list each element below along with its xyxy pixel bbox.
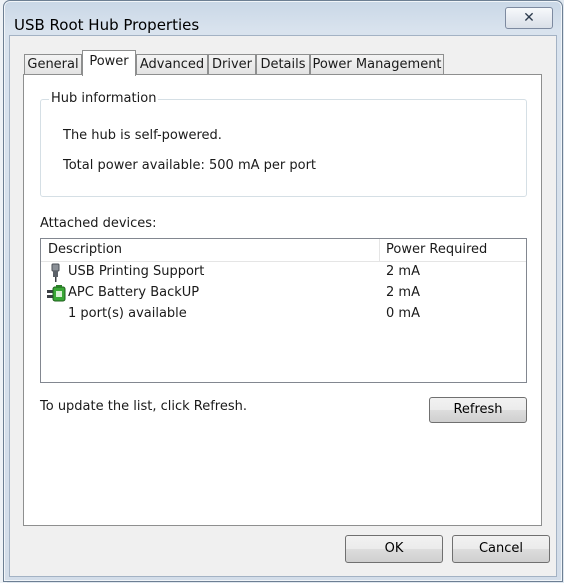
tab-advanced[interactable]: Advanced <box>136 54 208 75</box>
battery-device-icon <box>47 284 66 303</box>
tab-general[interactable]: General <box>24 54 82 75</box>
list-header: Description Power Required <box>41 239 526 262</box>
tab-power-management[interactable]: Power Management <box>310 54 444 75</box>
total-power-text: Total power available: 500 mA per port <box>63 158 317 173</box>
group-title: Hub information <box>49 91 159 106</box>
column-divider[interactable] <box>379 239 380 261</box>
device-name: APC Battery BackUP <box>68 285 200 300</box>
usb-plug-icon <box>47 263 65 282</box>
device-name: USB Printing Support <box>68 264 205 279</box>
attached-devices-label: Attached devices: <box>40 216 157 231</box>
self-powered-text: The hub is self-powered. <box>63 128 222 143</box>
tab-driver[interactable]: Driver <box>208 54 256 75</box>
close-button[interactable]: ✕ <box>505 7 553 29</box>
tab-power[interactable]: Power <box>82 50 136 76</box>
power-tab-panel: Hub information The hub is self-powered.… <box>23 74 542 526</box>
device-name: 1 port(s) available <box>68 306 187 321</box>
hub-information-group: Hub information The hub is self-powered.… <box>40 91 527 197</box>
update-instructions: To update the list, click Refresh. <box>40 399 247 414</box>
window-title: USB Root Hub Properties <box>14 16 200 34</box>
device-power: 2 mA <box>386 264 420 279</box>
list-item[interactable]: 1 port(s) available 0 mA <box>41 304 526 325</box>
device-power: 0 mA <box>386 306 420 321</box>
list-item[interactable]: APC Battery BackUP 2 mA <box>41 283 526 304</box>
column-header-power[interactable]: Power Required <box>386 242 487 257</box>
list-item[interactable]: USB Printing Support 2 mA <box>41 262 526 283</box>
properties-dialog: USB Root Hub Properties ✕ General Power … <box>3 0 563 582</box>
attached-devices-list[interactable]: Description Power Required USB Printing … <box>40 238 527 383</box>
refresh-button[interactable]: Refresh <box>429 397 527 423</box>
ok-button[interactable]: OK <box>345 535 443 563</box>
tab-details[interactable]: Details <box>256 54 310 75</box>
column-header-description[interactable]: Description <box>48 242 122 257</box>
cancel-button[interactable]: Cancel <box>452 535 550 563</box>
dialog-client-area: General Power Advanced Driver Details Po… <box>9 35 557 577</box>
device-power: 2 mA <box>386 285 420 300</box>
